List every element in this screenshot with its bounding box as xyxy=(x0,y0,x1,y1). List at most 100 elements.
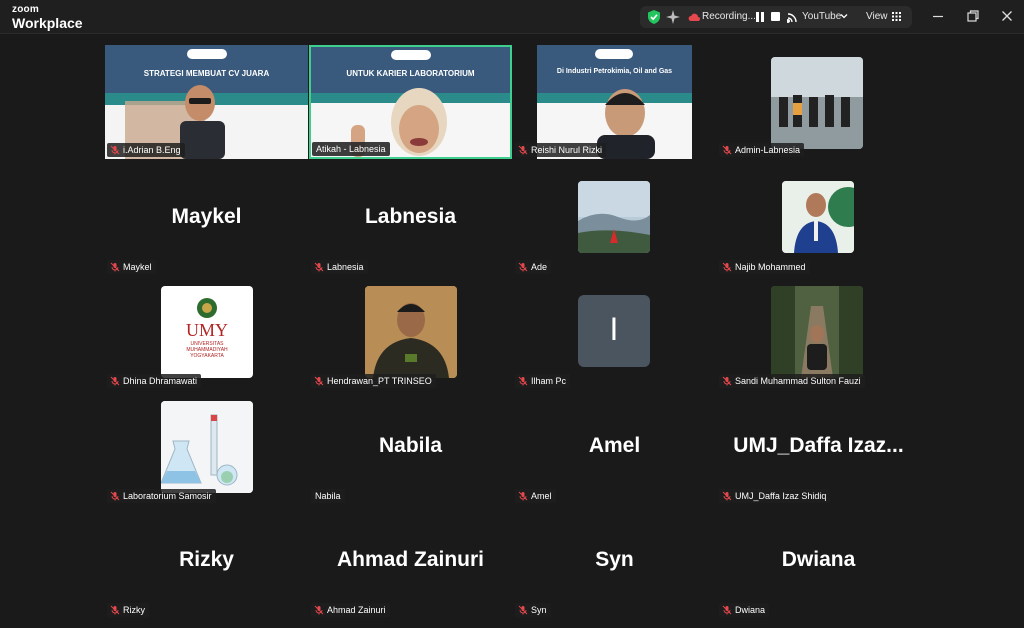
participant-display-name: Amel xyxy=(588,434,641,457)
participant-name-tag: Ade xyxy=(515,260,552,274)
brand-top: zoom xyxy=(12,4,39,15)
participant-tile[interactable]: Rizky Rizky xyxy=(105,503,308,617)
forest-photo-graphic xyxy=(771,286,863,378)
live-stream-icon xyxy=(787,13,797,23)
participant-name: Sandi Muhammad Sulton Fauzi xyxy=(735,376,861,386)
security-shield-icon[interactable] xyxy=(648,10,660,24)
participant-photo xyxy=(771,286,863,378)
portrait-photo-graphic xyxy=(782,181,854,253)
participant-tile[interactable]: Najib Mohammed xyxy=(717,160,920,274)
participant-name: Dhina Dhramawati xyxy=(123,376,198,386)
muted-mic-icon xyxy=(110,605,120,615)
minimize-icon[interactable] xyxy=(930,8,946,24)
group-photo-graphic xyxy=(771,57,863,149)
view-button[interactable]: View xyxy=(866,11,888,22)
participant-photo xyxy=(771,57,863,149)
participant-photo: UMY UNIVERSITAS MUHAMMADIYAH YOGYAKARTA xyxy=(161,286,253,378)
participant-name-tag: Admin-Labnesia xyxy=(719,143,805,157)
participant-video: UNTUK KARIER LABORATORIUM xyxy=(311,47,510,157)
participant-tile[interactable]: I Ilham Pc xyxy=(513,274,716,388)
muted-mic-icon xyxy=(518,491,528,501)
participant-name: Dwiana xyxy=(735,605,766,615)
brand-bottom: Workplace xyxy=(12,15,83,31)
participant-tile[interactable]: UMY UNIVERSITAS MUHAMMADIYAH YOGYAKARTA … xyxy=(105,274,308,388)
participant-display-name: Labnesia xyxy=(364,205,457,228)
participant-name-tag: Ahmad Zainuri xyxy=(311,603,390,617)
participant-tile[interactable]: Ahmad Zainuri Ahmad Zainuri xyxy=(309,503,512,617)
close-window-icon[interactable] xyxy=(999,8,1015,24)
participant-tile[interactable]: Maykel Maykel xyxy=(105,160,308,274)
participant-name-tag: Atikah - Labnesia xyxy=(312,142,390,156)
muted-mic-icon xyxy=(722,262,732,272)
ai-companion-icon[interactable] xyxy=(666,10,680,24)
participant-name: UMJ_Daffa Izaz Shidiq xyxy=(735,491,827,501)
landscape-photo-graphic xyxy=(578,181,650,253)
participant-name: Laboratorium Samosir xyxy=(123,491,212,501)
recording-label: Recording... xyxy=(702,11,756,22)
active-speaker-tile[interactable]: UNTUK KARIER LABORATORIUM Atikah - Labne… xyxy=(309,45,512,159)
cloud-recording-icon xyxy=(688,13,700,21)
muted-mic-icon xyxy=(110,262,120,272)
participant-tile[interactable]: Ade xyxy=(513,160,716,274)
participant-name-tag: Laboratorium Samosir xyxy=(107,489,216,503)
muted-mic-icon xyxy=(110,145,120,155)
portrait-photo-graphic xyxy=(365,286,457,378)
chevron-down-icon[interactable] xyxy=(840,12,848,20)
participant-name-tag: Reishi Nurul Rizki xyxy=(515,143,607,157)
title-bar: zoom Workplace Recording... YouTube View xyxy=(0,0,1024,34)
umy-logo-line3: YOGYAKARTA xyxy=(190,353,224,359)
muted-mic-icon xyxy=(722,376,732,386)
participant-video: STRATEGI MEMBUAT CV JUARA xyxy=(105,45,308,159)
participant-name: Reishi Nurul Rizki xyxy=(531,145,603,155)
participant-name: Ilham Pc xyxy=(531,376,567,386)
slide-title-line1: STRATEGI MEMBUAT CV JUARA xyxy=(143,69,270,78)
grid-view-icon[interactable] xyxy=(892,12,901,21)
participant-display-name: Dwiana xyxy=(781,548,856,571)
participant-tile[interactable]: Syn Syn xyxy=(513,503,716,617)
zoom-workplace-logo: zoom Workplace xyxy=(12,4,83,31)
participant-tile[interactable]: Admin-Labnesia xyxy=(717,45,920,159)
muted-mic-icon xyxy=(722,605,732,615)
stream-destination-dropdown[interactable]: YouTube xyxy=(802,11,841,22)
participant-name: Ahmad Zainuri xyxy=(327,605,386,615)
muted-mic-icon xyxy=(518,262,528,272)
muted-mic-icon xyxy=(314,262,324,272)
muted-mic-icon xyxy=(314,376,324,386)
participant-display-name: Ahmad Zainuri xyxy=(336,548,484,571)
participant-name-tag: Ilham Pc xyxy=(515,374,571,388)
stop-recording-icon[interactable] xyxy=(771,12,780,21)
restore-window-icon[interactable] xyxy=(965,8,981,24)
muted-mic-icon xyxy=(110,376,120,386)
participant-name-tag: Labnesia xyxy=(311,260,368,274)
umy-logo-sub: UNIVERSITAS MUHAMMADIYAH YOGYAKARTA xyxy=(161,341,253,359)
participant-name: Najib Mohammed xyxy=(735,262,806,272)
participant-tile[interactable]: Di Industri Petrokimia, Oil and Gas Reis… xyxy=(513,45,716,159)
participant-tile[interactable]: Hendrawan_PT TRINSEO xyxy=(309,274,512,388)
participant-name: Nabila xyxy=(315,491,341,501)
slide-background-graphic xyxy=(311,47,510,157)
participant-tile[interactable]: Laboratorium Samosir xyxy=(105,389,308,503)
participant-tile[interactable]: Labnesia Labnesia xyxy=(309,160,512,274)
muted-mic-icon xyxy=(722,491,732,501)
participant-name: Hendrawan_PT TRINSEO xyxy=(327,376,432,386)
participant-tile[interactable]: Dwiana Dwiana xyxy=(717,503,920,617)
participant-display-name: Rizky xyxy=(179,548,234,571)
pause-recording-icon[interactable] xyxy=(756,12,764,22)
participant-display-name: Maykel xyxy=(171,205,242,228)
muted-mic-icon xyxy=(518,605,528,615)
avatar-initial: I xyxy=(609,311,619,347)
participant-tile[interactable]: UMJ_Daffa Izaz... UMJ_Daffa Izaz Shidiq xyxy=(717,389,920,503)
participant-name-tag: Dhina Dhramawati xyxy=(107,374,202,388)
participant-name: Rizky xyxy=(123,605,145,615)
participant-tile[interactable]: Nabila Nabila xyxy=(309,389,512,503)
participant-name: Atikah - Labnesia xyxy=(316,144,386,154)
participant-tile[interactable]: Amel Amel xyxy=(513,389,716,503)
participant-tile[interactable]: Sandi Muhammad Sulton Fauzi xyxy=(717,274,920,388)
participant-name: Amel xyxy=(531,491,552,501)
participant-name-tag: Maykel xyxy=(107,260,156,274)
participant-name-tag: Rizky xyxy=(107,603,149,617)
participant-name-tag: Sandi Muhammad Sulton Fauzi xyxy=(719,374,865,388)
participant-tile[interactable]: STRATEGI MEMBUAT CV JUARA i.Adrian B.Eng xyxy=(105,45,308,159)
muted-mic-icon xyxy=(722,145,732,155)
participant-name: Ade xyxy=(531,262,548,272)
